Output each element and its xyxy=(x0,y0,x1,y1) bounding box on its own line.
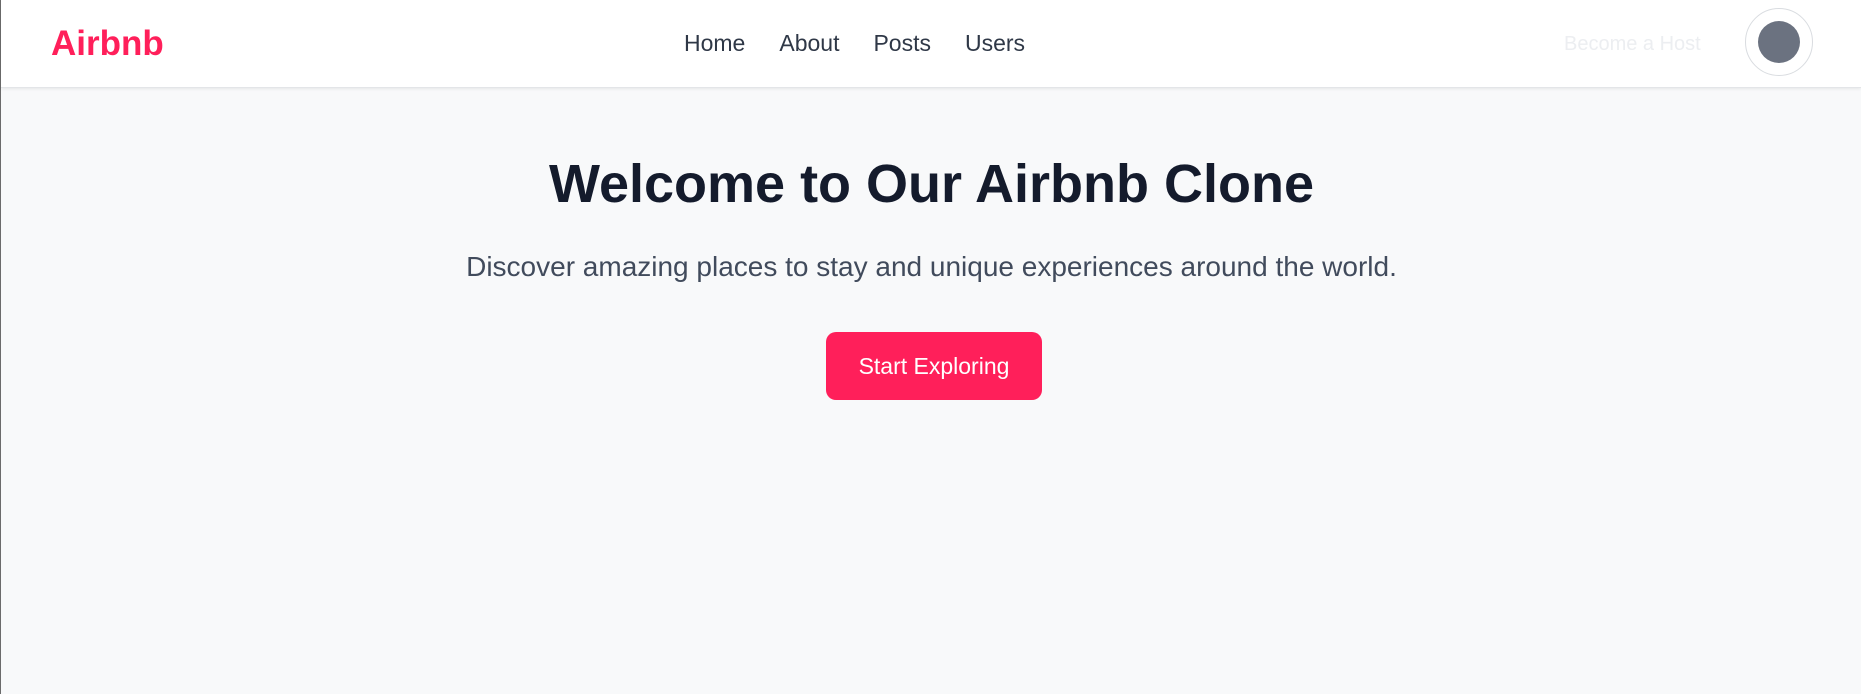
user-avatar-icon xyxy=(1758,21,1800,63)
nav-link-about[interactable]: About xyxy=(779,28,839,58)
logo-link[interactable]: Airbnb xyxy=(51,22,164,66)
user-menu-button[interactable] xyxy=(1745,8,1813,76)
hero-title: Welcome to Our Airbnb Clone xyxy=(548,154,1315,214)
nav-link-home[interactable]: Home xyxy=(684,28,745,58)
hero-subtitle: Discover amazing places to stay and uniq… xyxy=(466,251,1397,282)
nav-link-posts[interactable]: Posts xyxy=(873,28,931,58)
become-host-button[interactable]: Become a Host xyxy=(1564,31,1701,57)
top-navbar: Airbnb Home About Posts Users Become a H… xyxy=(1,0,1861,88)
nav-link-users[interactable]: Users xyxy=(965,28,1025,58)
main-nav: Home About Posts Users xyxy=(684,28,1025,58)
start-exploring-button[interactable]: Start Exploring xyxy=(826,332,1042,400)
